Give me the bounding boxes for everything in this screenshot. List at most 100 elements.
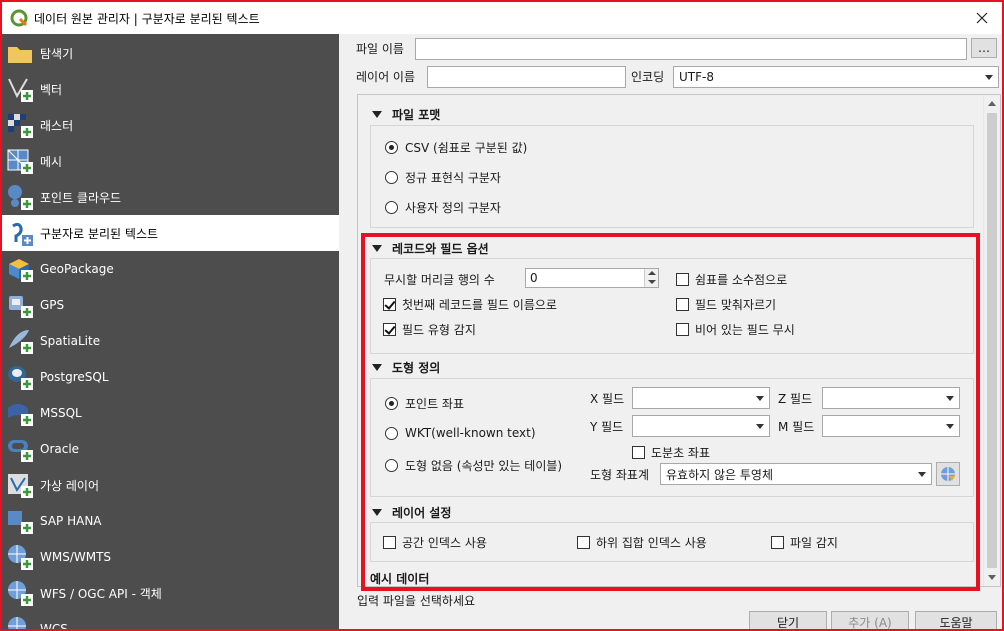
sidebar-item-mssql[interactable]: MSSQL — [2, 395, 339, 431]
sidebar-item-label: WFS / OGC API - 객체 — [40, 586, 162, 601]
sidebar-item-label: 탐색기 — [40, 46, 74, 61]
encoding-select[interactable]: UTF-8 — [673, 66, 999, 88]
format-custom-radio[interactable]: 사용자 정의 구분자 — [385, 199, 501, 216]
gps-icon — [9, 296, 33, 318]
sidebar-item-browser[interactable]: 탐색기 — [2, 35, 339, 71]
geopackage-icon — [9, 259, 33, 282]
scroll-thumb[interactable] — [987, 113, 997, 568]
dms-checkbox[interactable]: 도분초 좌표 — [632, 444, 710, 461]
crs-select[interactable]: 유효하지 않은 투영체 — [660, 463, 932, 485]
browse-button[interactable]: … — [971, 38, 997, 58]
scroll-up-icon[interactable] — [988, 101, 996, 106]
crs-label: 도형 좌표계 — [590, 468, 650, 482]
dialog-window: 데이터 원본 관리자 | 구분자로 분리된 텍스트 탐색기 벡터 래스터 메시 … — [0, 0, 1004, 631]
chevron-down-icon — [756, 396, 764, 401]
radio-label: 정규 표현식 구분자 — [405, 171, 501, 185]
sidebar-item-label: PostgreSQL — [40, 370, 109, 384]
sidebar-item-wms[interactable]: WMS/WMTS — [2, 539, 339, 575]
options-scrollbar[interactable] — [983, 95, 1000, 586]
checkbox-label: 필드 유형 감지 — [402, 323, 476, 337]
checkbox-box — [383, 536, 396, 549]
sidebar-item-geopackage[interactable]: GeoPackage — [2, 251, 339, 287]
spin-down-icon[interactable] — [644, 278, 658, 287]
sidebar-item-wfs[interactable]: WFS / OGC API - 객체 — [2, 575, 339, 611]
sidebar-item-spatialite[interactable]: SpatiaLite — [2, 323, 339, 359]
sidebar-item-sap-hana[interactable]: SAP HANA — [2, 503, 339, 539]
scroll-down-icon[interactable] — [988, 575, 996, 580]
delimited-text-panel: 파일 이름 … 레이어 이름 인코딩 UTF-8 파일 포맷 CSV (쉼표로 … — [339, 34, 1002, 629]
close-button[interactable]: 닫기 — [749, 611, 827, 629]
trim-fields-checkbox[interactable]: 필드 맞춰자르기 — [676, 296, 776, 313]
geometry-wkt-radio[interactable]: WKT(well-known text) — [385, 426, 536, 440]
delimited-text-icon — [12, 222, 33, 246]
radio-dot — [385, 141, 398, 154]
encoding-label: 인코딩 — [631, 70, 665, 84]
sidebar-item-label: 메시 — [40, 154, 63, 169]
help-button[interactable]: 도움말 — [915, 611, 997, 629]
encoding-value: UTF-8 — [679, 70, 714, 84]
close-window-button[interactable] — [970, 6, 994, 30]
format-csv-radio[interactable]: CSV (쉼표로 구분된 값) — [385, 139, 527, 156]
sidebar-item-label: 포인트 클라우드 — [40, 190, 122, 205]
sample-data-header[interactable]: 예시 데이터 — [370, 568, 430, 586]
chevron-down-icon — [946, 424, 954, 429]
sidebar-item-point-cloud[interactable]: 포인트 클라우드 — [2, 179, 339, 215]
z-field-select[interactable] — [822, 387, 960, 409]
point-cloud-icon — [8, 185, 33, 210]
sidebar-item-raster[interactable]: 래스터 — [2, 107, 339, 143]
crs-selector-button[interactable] — [936, 462, 960, 486]
z-field-label: Z 필드 — [778, 392, 813, 406]
add-button[interactable]: 추가 (A) — [831, 611, 909, 629]
section-title: 예시 데이터 — [370, 571, 430, 586]
decimal-comma-checkbox[interactable]: 쉼표를 소수점으로 — [676, 271, 787, 288]
chevron-down-icon — [985, 75, 993, 80]
first-record-checkbox[interactable]: 첫번째 레코드를 필드 이름으로 — [383, 296, 557, 313]
sidebar-item-mesh[interactable]: 메시 — [2, 143, 339, 179]
title-bar: 데이터 원본 관리자 | 구분자로 분리된 텍스트 — [2, 2, 1002, 34]
section-title: 파일 포맷 — [392, 107, 441, 122]
geometry-point-radio[interactable]: 포인트 좌표 — [385, 395, 464, 412]
sidebar-item-delimited-text[interactable]: 구분자로 분리된 텍스트 — [2, 215, 339, 251]
detect-types-checkbox[interactable]: 필드 유형 감지 — [383, 321, 476, 338]
sidebar-item-postgresql[interactable]: PostgreSQL — [2, 359, 339, 395]
checkbox-label: 공간 인덱스 사용 — [402, 536, 487, 550]
spin-up-icon[interactable] — [644, 269, 658, 278]
file-name-input[interactable] — [415, 38, 967, 60]
checkbox-box — [676, 323, 689, 336]
sidebar-item-wcs[interactable]: WCS — [2, 611, 339, 629]
sidebar-item-label: SpatiaLite — [40, 334, 101, 348]
subset-index-checkbox[interactable]: 하위 집합 인덱스 사용 — [577, 534, 707, 551]
sidebar-item-vector[interactable]: 벡터 — [2, 71, 339, 107]
layer-settings-header[interactable]: 레이어 설정 — [358, 502, 451, 522]
checkbox-box — [632, 446, 645, 459]
x-field-select[interactable] — [632, 387, 770, 409]
watch-file-checkbox[interactable]: 파일 감지 — [771, 534, 838, 551]
records-header[interactable]: 레코드와 필드 옵션 — [358, 238, 489, 258]
sidebar-item-oracle[interactable]: Oracle — [2, 431, 339, 467]
qgis-logo-icon — [10, 9, 28, 27]
file-format-header[interactable]: 파일 포맷 — [358, 104, 440, 124]
spatial-index-checkbox[interactable]: 공간 인덱스 사용 — [383, 534, 487, 551]
sidebar-item-gps[interactable]: GPS — [2, 287, 339, 323]
format-regex-radio[interactable]: 정규 표현식 구분자 — [385, 169, 501, 186]
x-field-label: X 필드 — [590, 392, 625, 406]
sidebar-item-label: Oracle — [40, 442, 80, 456]
radio-label: 포인트 좌표 — [405, 397, 465, 411]
discard-empty-checkbox[interactable]: 비어 있는 필드 무시 — [676, 321, 795, 338]
checkbox-box — [676, 273, 689, 286]
options-scroll-area[interactable]: 파일 포맷 CSV (쉼표로 구분된 값) 정규 표현식 구분자 사용자 정의 … — [357, 94, 1001, 587]
vector-icon — [8, 78, 33, 102]
raster-icon — [8, 114, 33, 138]
skip-lines-spinbox[interactable]: 0 — [525, 268, 659, 288]
spatialite-icon — [9, 330, 33, 354]
sap-hana-icon — [8, 511, 33, 534]
y-field-select[interactable] — [632, 415, 770, 437]
geometry-none-radio[interactable]: 도형 없음 (속성만 있는 테이블) — [385, 457, 562, 474]
wms-icon — [8, 545, 33, 570]
m-field-select[interactable] — [822, 415, 960, 437]
layer-name-input[interactable] — [427, 66, 626, 88]
sidebar-item-virtual-layer[interactable]: 가상 레이어 — [2, 467, 339, 503]
radio-dot — [385, 459, 398, 472]
radio-dot — [385, 426, 398, 440]
geometry-header[interactable]: 도형 정의 — [358, 357, 440, 377]
